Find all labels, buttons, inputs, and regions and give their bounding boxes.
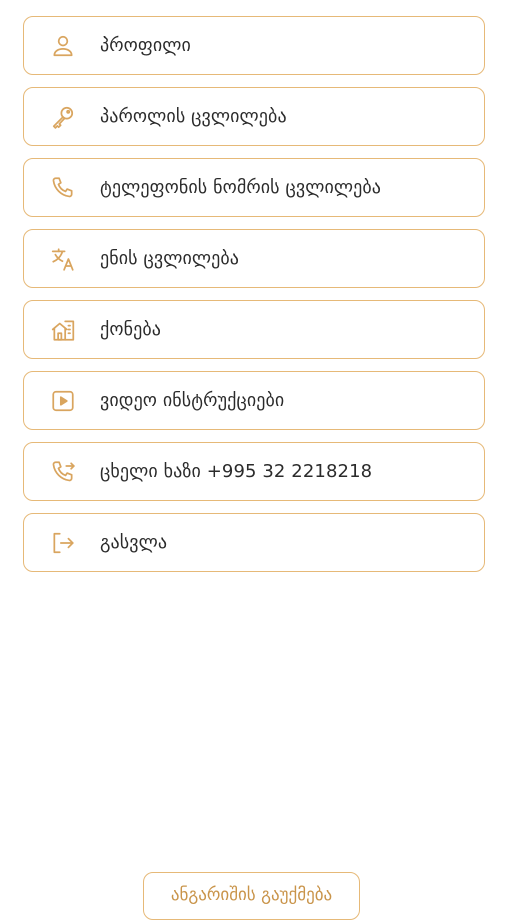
cancel-account-label: ანგარიშის გაუქმება: [170, 885, 333, 905]
menu-item-label: პაროლის ცვლილება: [100, 106, 287, 127]
menu-item-label: პროფილი: [100, 35, 191, 56]
key-icon: [48, 102, 78, 132]
user-icon: [48, 31, 78, 61]
cancel-account-button[interactable]: ანგარიშის გაუქმება: [143, 872, 360, 920]
translate-icon: [48, 244, 78, 274]
menu-item-hotline[interactable]: ცხელი ხაზი +995 32 2218218: [23, 442, 485, 501]
video-play-icon: [48, 386, 78, 416]
menu-item-change-phone[interactable]: ტელეფონის ნომრის ცვლილება: [23, 158, 485, 217]
settings-menu: პროფილი პაროლის ცვლილება ტელეფონის ნომრი…: [23, 16, 485, 584]
phone-icon: [48, 173, 78, 203]
menu-item-label: ენის ცვლილება: [100, 248, 240, 269]
menu-item-label: ვიდეო ინსტრუქციები: [100, 390, 285, 411]
menu-item-label: ქონება: [100, 319, 161, 340]
menu-item-label: გასვლა: [100, 532, 168, 553]
menu-item-label: ცხელი ხაზი +995 32 2218218: [100, 461, 373, 482]
menu-item-profile[interactable]: პროფილი: [23, 16, 485, 75]
property-icon: [48, 315, 78, 345]
menu-item-change-language[interactable]: ენის ცვლილება: [23, 229, 485, 288]
menu-item-logout[interactable]: გასვლა: [23, 513, 485, 572]
logout-icon: [48, 528, 78, 558]
menu-item-property[interactable]: ქონება: [23, 300, 485, 359]
menu-item-change-password[interactable]: პაროლის ცვლილება: [23, 87, 485, 146]
menu-item-label: ტელეფონის ნომრის ცვლილება: [100, 177, 382, 198]
menu-item-video-instructions[interactable]: ვიდეო ინსტრუქციები: [23, 371, 485, 430]
phone-forward-icon: [48, 457, 78, 487]
